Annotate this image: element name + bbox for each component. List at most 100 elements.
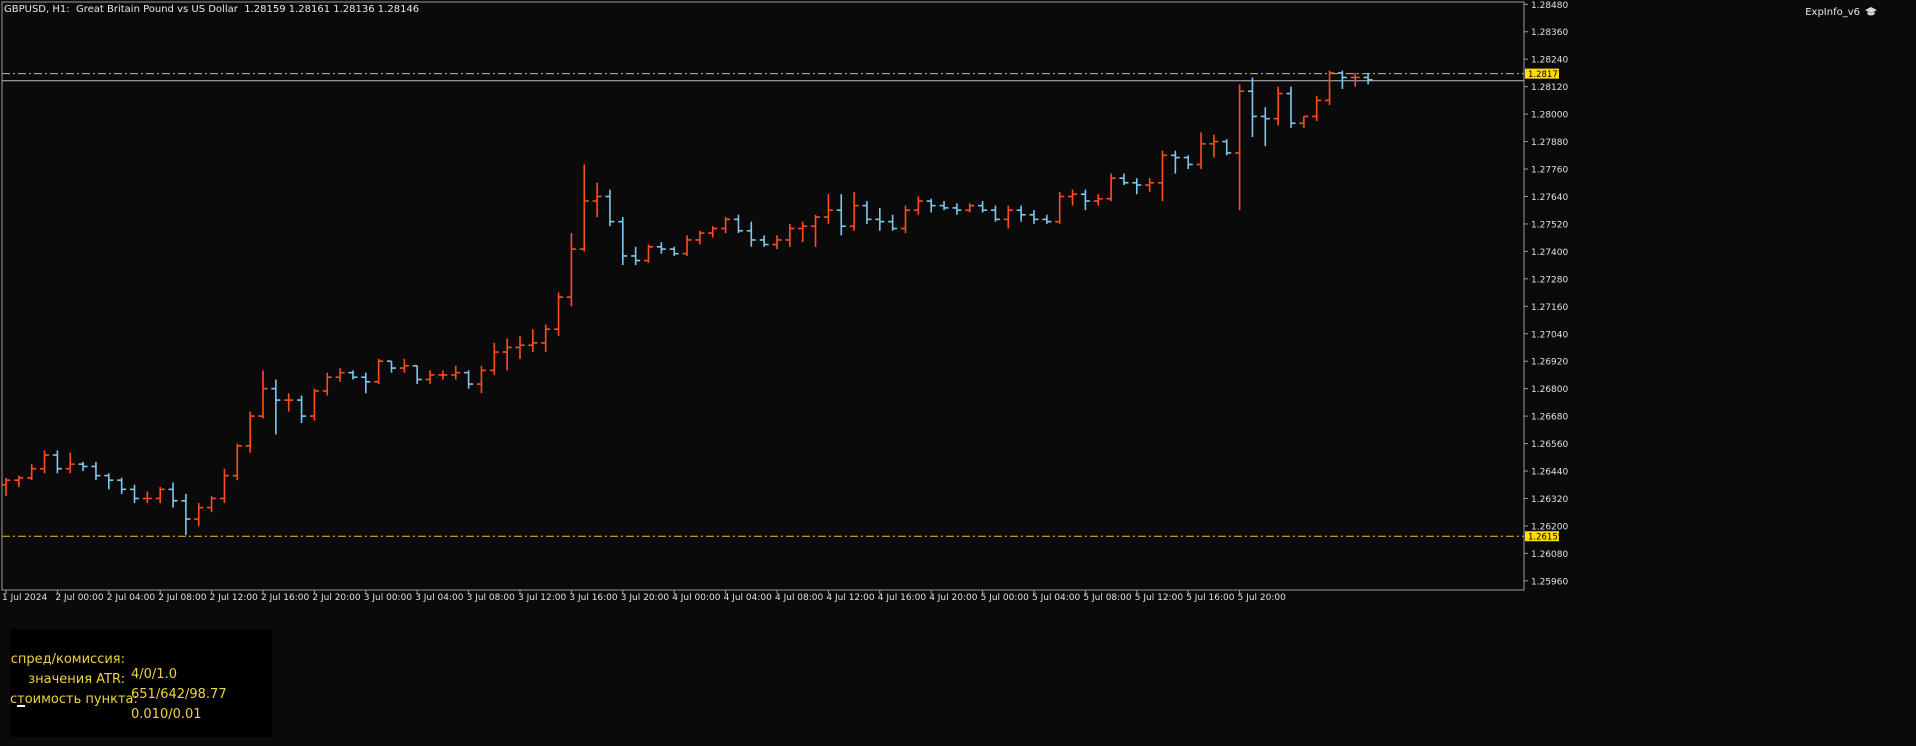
- ohlc-bar: [232, 443, 242, 481]
- ohlc-bar: [142, 491, 152, 504]
- plot-frame: [1, 1, 1525, 591]
- ohlc-bar: [1093, 194, 1103, 206]
- ohlc-bar: [862, 201, 872, 224]
- x-tick-label: 4 Jul 00:00: [672, 593, 721, 603]
- ohlc-bar: [952, 203, 962, 215]
- ohlc-bar: [348, 370, 358, 380]
- point-value-value: 0.010/0.01: [131, 707, 202, 722]
- ohlc-bar: [618, 217, 628, 266]
- ohlc-bar: [451, 365, 461, 380]
- ohlc-bar: [965, 203, 975, 213]
- ohlc-bar: [258, 370, 268, 419]
- ohlc-bar: [168, 482, 178, 508]
- y-tick-label: 1.28240: [1531, 56, 1568, 66]
- ohlc-bar: [322, 372, 332, 396]
- ohlc-bar: [297, 395, 307, 423]
- ohlc-bar: [40, 450, 50, 474]
- x-tick-label: 3 Jul 08:00: [467, 593, 516, 603]
- ohlc-bar: [117, 477, 127, 494]
- ohlc-bar: [181, 493, 191, 536]
- x-tick-label: 5 Jul 12:00: [1135, 593, 1184, 603]
- y-tick-label: 1.27160: [1531, 303, 1568, 313]
- x-tick-label: 2 Jul 16:00: [261, 593, 310, 603]
- atr-value: 651/642/98.77: [131, 687, 227, 702]
- ohlc-bar: [631, 246, 641, 266]
- ohlc-bar: [978, 201, 988, 213]
- ohlc-bar: [284, 393, 294, 412]
- ohlc-bar: [1286, 86, 1296, 128]
- ohlc-bar: [1247, 77, 1257, 137]
- ohlc-bar: [374, 358, 384, 385]
- y-tick-label: 1.27040: [1531, 330, 1568, 340]
- ohlc-bar: [682, 235, 692, 256]
- ohlc-bar: [1119, 173, 1129, 186]
- ohlc-bar: [194, 503, 204, 526]
- ohlc-bar: [1312, 95, 1322, 121]
- x-tick-label: 2 Jul 12:00: [210, 593, 259, 603]
- price-chart[interactable]: 1.281771.26155 1.284801.283601.282401.28…: [0, 0, 1916, 742]
- x-tick-label: 4 Jul 04:00: [724, 593, 773, 603]
- ohlc-bar: [1055, 191, 1065, 224]
- ohlc-bar: [425, 370, 435, 385]
- ohlc-bar: [772, 235, 782, 250]
- ohlc-bar: [901, 205, 910, 234]
- ohlc-bar: [130, 484, 139, 504]
- chart-window[interactable]: 1.28177 1.26155 1.28480 1.28360 1.28240 1.28…: [0, 0, 1916, 742]
- ohlc-bar: [219, 468, 229, 504]
- y-tick-label: 1.28000: [1531, 111, 1568, 121]
- ohlc-bar: [1350, 72, 1360, 87]
- ohlc-bar: [605, 189, 615, 227]
- ohlc-bar: [387, 360, 396, 373]
- ohlc-bar: [1196, 132, 1206, 170]
- ohlc-bar: [1325, 70, 1335, 105]
- cursor-mark: [17, 705, 25, 707]
- ohlc-bar: [502, 338, 512, 371]
- ohlc-bar: [1042, 214, 1052, 224]
- ohlc-bar: [91, 461, 101, 481]
- ohlc-bar: [1337, 70, 1347, 89]
- y-tick-label: 1.26560: [1531, 440, 1568, 450]
- ohlc-bar: [1209, 134, 1219, 158]
- x-tick-label: 4 Jul 08:00: [775, 593, 824, 603]
- ohlc-bar: [644, 244, 653, 263]
- x-tick-label: 3 Jul 04:00: [415, 593, 464, 603]
- ohlc-bar: [875, 207, 885, 231]
- ohlc-bar: [798, 221, 808, 243]
- ohlc-bar: [515, 336, 525, 359]
- ohlc-bar: [27, 464, 37, 481]
- ohlc-bar: [1235, 84, 1245, 211]
- ohlc-bar: [823, 194, 833, 224]
- ohlc-bar: [566, 233, 576, 307]
- mortarboard-icon: [1865, 7, 1877, 16]
- y-tick-label: 1.28120: [1531, 83, 1568, 93]
- x-tick-label: 3 Jul 16:00: [569, 593, 618, 603]
- ohlc-bar: [399, 358, 409, 373]
- x-tick-label: 5 Jul 00:00: [981, 593, 1030, 603]
- y-tick-label: 1.26320: [1531, 495, 1568, 505]
- ohlc-bar: [913, 196, 923, 215]
- x-tick-label: 1 Jul 2024: [2, 593, 47, 603]
- ohlc-bar: [708, 226, 718, 238]
- ohlc-bar: [990, 205, 1000, 222]
- y-tick-label: 1.26200: [1531, 522, 1568, 532]
- ohlc-bar: [271, 379, 281, 435]
- ohlc-bar: [1260, 107, 1270, 147]
- x-tick-label: 5 Jul 20:00: [1238, 593, 1287, 603]
- ohlc-bar: [746, 221, 756, 247]
- ohlc-bar: [1363, 72, 1373, 85]
- y-tick-label: 1.27760: [1531, 166, 1568, 176]
- y-tick-label: 1.26080: [1531, 550, 1568, 560]
- y-tick-label: 1.27280: [1531, 275, 1568, 285]
- ohlc-bar: [1222, 139, 1232, 156]
- y-tick-label: 1.27400: [1531, 248, 1568, 258]
- ohlc-bar: [733, 214, 743, 234]
- y-tick-label: 1.25960: [1531, 577, 1568, 587]
- ohlc-bar: [811, 214, 821, 247]
- ohlc-bar: [65, 452, 75, 474]
- ohlc-bar: [309, 388, 319, 421]
- level-price-label: 1.28177: [1528, 70, 1563, 80]
- ohlc-bar: [785, 223, 795, 247]
- ohlc-bar: [695, 230, 705, 245]
- ohlc-bar: [155, 487, 165, 504]
- ohlc-bar: [939, 201, 949, 211]
